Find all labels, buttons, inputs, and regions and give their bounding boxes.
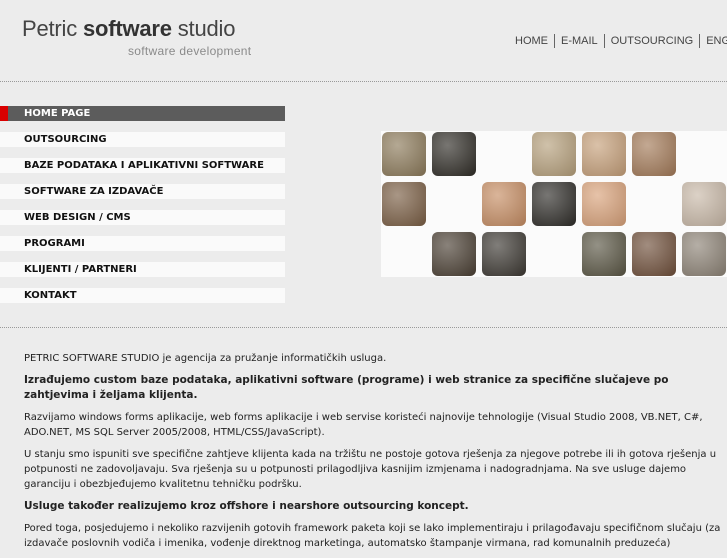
photo-tile [682, 232, 726, 276]
topnav-home-link[interactable]: HOME [509, 34, 555, 48]
topnav-english-link[interactable]: ENGLISH [700, 34, 727, 48]
photo-tile [432, 132, 476, 176]
photo-tile [532, 132, 576, 176]
main-menu: HOME PAGE OUTSOURCING BAZE PODATAKA I AP… [0, 106, 285, 314]
menu-item-clients-partners[interactable]: KLIJENTI / PARTNERI [0, 262, 285, 277]
topnav-outsourcing-link[interactable]: OUTSOURCING [605, 34, 701, 48]
photo-tile [632, 132, 676, 176]
photo-tile [582, 182, 626, 226]
content-divider [0, 327, 727, 328]
photo-tile [532, 182, 576, 226]
photo-tile [482, 182, 526, 226]
custom-development-paragraph: Izrađujemo custom baze podataka, aplikat… [24, 374, 669, 401]
site-logo[interactable]: Petric software studio software developm… [22, 16, 251, 58]
photo-tile [582, 232, 626, 276]
main-content: PETRIC SOFTWARE STUDIO je agencija za pr… [24, 351, 727, 558]
menu-item-outsourcing[interactable]: OUTSOURCING [0, 132, 285, 147]
photo-tile [632, 232, 676, 276]
intro-paragraph: PETRIC SOFTWARE STUDIO je agencija za pr… [24, 353, 387, 364]
requirements-paragraph: U stanju smo ispuniti sve specifične zah… [24, 449, 717, 490]
photo-tile [432, 232, 476, 276]
photo-tile [382, 182, 426, 226]
header-divider [0, 81, 727, 82]
photo-mosaic [381, 131, 727, 277]
logo-tagline: software development [128, 44, 252, 58]
outsourcing-paragraph: Usluge također realizujemo kroz offshore… [24, 500, 469, 512]
menu-item-publishers-software[interactable]: SOFTWARE ZA IZDAVAČE [0, 184, 285, 199]
logo-wordmark: Petric software studio [22, 16, 236, 41]
topnav-email-link[interactable]: E-MAIL [555, 34, 605, 48]
photo-tile [582, 132, 626, 176]
frameworks-paragraph: Pored toga, posjedujemo i nekoliko razvi… [24, 523, 721, 549]
menu-item-databases-software[interactable]: BAZE PODATAKA I APLIKATIVNI SOFTWARE [0, 158, 285, 173]
technologies-paragraph: Razvijamo windows forms aplikacije, web … [24, 412, 703, 438]
photo-tile [382, 132, 426, 176]
photo-tile [682, 182, 726, 226]
menu-item-home-page[interactable]: HOME PAGE [0, 106, 285, 121]
menu-item-web-design-cms[interactable]: WEB DESIGN / CMS [0, 210, 285, 225]
top-navigation: HOME E-MAIL OUTSOURCING ENGLISH [509, 34, 727, 48]
photo-tile [482, 232, 526, 276]
menu-item-contact[interactable]: KONTAKT [0, 288, 285, 303]
menu-item-programs[interactable]: PROGRAMI [0, 236, 285, 251]
